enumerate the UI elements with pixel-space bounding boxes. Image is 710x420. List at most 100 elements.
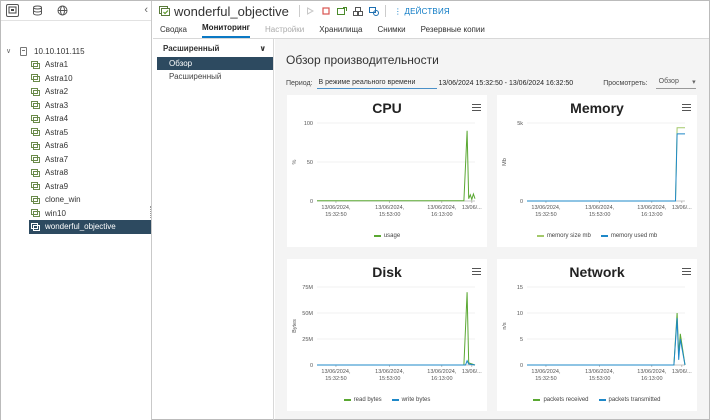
migrate-icon[interactable] xyxy=(352,6,363,16)
legend-swatch xyxy=(536,235,544,237)
memory-chart: 5k 0 Mb 13/06/2024, 15:32:50 13/06/2024, 15:53… xyxy=(502,121,692,218)
y-tick-label: 100 xyxy=(304,121,313,127)
chart-legend: usage xyxy=(287,233,487,239)
inventory-panel: ‹ ∨ 10.10.101.115 Astra1 Astra10 Astra2 Ast… xyxy=(1,1,152,420)
x-tick-label: 13/06/2024, 15:32:50 xyxy=(321,369,351,382)
tree-vm-item[interactable]: win10 xyxy=(1,207,151,221)
vms-and-templates-icon[interactable] xyxy=(6,4,19,17)
legend-item[interactable]: usage xyxy=(373,233,400,239)
actions-menu-button[interactable]: ⋮ ДЕЙСТВИЯ xyxy=(394,7,450,16)
y-axis-label: n/s xyxy=(502,322,508,330)
tab-item[interactable]: Резервные копии xyxy=(421,25,485,38)
subnav-heading-label: Расширенный xyxy=(163,43,220,53)
vm-icon xyxy=(31,195,40,204)
tree-host-node[interactable]: ∨ 10.10.101.115 xyxy=(6,45,85,57)
tree-vm-item[interactable]: Astra6 xyxy=(1,139,151,153)
network-globe-icon[interactable] xyxy=(56,4,69,17)
storage-icon[interactable] xyxy=(31,4,44,17)
y-tick-label: 75M xyxy=(302,285,313,291)
vm-icon xyxy=(31,141,40,150)
tree-vm-label: win10 xyxy=(45,208,66,218)
vm-icon xyxy=(159,6,170,16)
tree-vm-item[interactable]: Astra2 xyxy=(1,85,151,99)
x-tick-label: 13/06/2024, 15:53:00 xyxy=(375,369,405,382)
actions-label: ДЕЙСТВИЯ xyxy=(404,6,450,16)
legend-swatch xyxy=(391,399,399,401)
vm-icon xyxy=(31,101,40,110)
y-tick-label: 10 xyxy=(517,311,523,317)
vm-icon xyxy=(31,128,40,137)
tree-vm-label: wonderful_objective xyxy=(45,222,116,232)
series-line xyxy=(527,133,685,202)
tree-vm-item[interactable]: Astra10 xyxy=(1,72,151,86)
legend-item[interactable]: packets received xyxy=(533,397,589,403)
legend-item[interactable]: packets transmitted xyxy=(598,397,661,403)
vm-list: Astra1 Astra10 Astra2 Astra3 Astra4 Astra5 Ast… xyxy=(1,58,151,234)
tree-vm-item[interactable]: Astra5 xyxy=(1,126,151,140)
subnav-item[interactable]: Обзор xyxy=(157,57,273,70)
y-axis-label: % xyxy=(292,159,298,164)
x-tick-label: 13/06/2024, 15:32:50 xyxy=(531,369,561,382)
tab-item[interactable]: Мониторинг xyxy=(202,23,250,38)
legend-swatch xyxy=(598,399,606,401)
x-tick-label: 13/06/... xyxy=(672,369,692,375)
tree-vm-item[interactable]: clone_win xyxy=(1,193,151,207)
tree-vm-item[interactable]: Astra9 xyxy=(1,180,151,194)
y-tick-label: 15 xyxy=(517,285,523,291)
legend-item[interactable]: memory size mb xyxy=(536,233,591,239)
series-line xyxy=(317,359,476,366)
tree-vm-item[interactable]: Astra3 xyxy=(1,99,151,113)
inventory-toolbar: ‹ xyxy=(1,1,151,21)
period-select[interactable]: В режиме реального времени xyxy=(316,78,437,89)
tab-item[interactable]: Снимки xyxy=(378,25,406,38)
host-label: 10.10.101.115 xyxy=(34,46,85,56)
series-line xyxy=(317,292,476,366)
series-line xyxy=(527,318,686,366)
tree-vm-item[interactable]: Astra8 xyxy=(1,166,151,180)
view-select[interactable]: Обзор xyxy=(655,78,696,89)
chevron-down-icon[interactable]: ∨ xyxy=(260,44,267,53)
power-on-icon[interactable] xyxy=(305,6,315,16)
legend-label: read bytes xyxy=(353,397,382,403)
tree-vm-item[interactable]: Astra7 xyxy=(1,153,151,167)
legend-swatch xyxy=(600,235,608,237)
tab-item[interactable]: Сводка xyxy=(160,25,187,38)
object-header: wonderful_objective ⋮ ДЕЙСТВИЯ xyxy=(153,1,709,21)
x-tick-label: 13/06/... xyxy=(462,369,482,375)
legend-item[interactable]: memory used mb xyxy=(600,233,657,239)
legend-swatch xyxy=(533,399,541,401)
series-line xyxy=(527,127,685,202)
subnav-item[interactable]: Расширенный xyxy=(153,70,273,83)
clone-icon[interactable] xyxy=(368,6,379,16)
panel-splitter[interactable] xyxy=(150,206,152,218)
tree-vm-label: clone_win xyxy=(45,195,81,205)
tree-vm-item[interactable]: Astra1 xyxy=(1,58,151,72)
vm-icon xyxy=(31,222,40,231)
vm-icon xyxy=(31,87,40,96)
collapse-panel-icon[interactable]: ‹ xyxy=(144,4,148,16)
section-title: Обзор производительности xyxy=(286,53,439,67)
monitoring-subnav: Расширенный ∨ Обзор Расширенный xyxy=(153,39,274,420)
legend-item[interactable]: read bytes xyxy=(343,397,382,403)
network-chart-panel: Network 15 10 5 0 n/s 13/06/2024, 15:32:50 13/0… xyxy=(497,259,697,411)
period-label: Период: xyxy=(286,79,313,87)
chart-legend: read bytes write bytes xyxy=(287,397,487,403)
x-tick-label: 13/06/2024, 16:13:00 xyxy=(427,369,457,382)
tree-vm-label: Astra10 xyxy=(45,73,73,83)
tab-item[interactable]: Настройки xyxy=(265,25,304,38)
vm-icon xyxy=(31,74,40,83)
tab-item[interactable]: Хранилища xyxy=(319,25,362,38)
series-line xyxy=(317,130,476,202)
vm-icon xyxy=(31,209,40,218)
console-icon[interactable] xyxy=(336,6,347,16)
subnav-heading[interactable]: Расширенный ∨ xyxy=(153,39,273,57)
x-tick-label: 13/06/2024, 15:53:00 xyxy=(585,205,615,218)
power-off-icon[interactable] xyxy=(321,6,331,16)
tree-vm-item[interactable]: Astra4 xyxy=(1,112,151,126)
period-range: 13/06/2024 15:32:50 - 13/06/2024 16:32:5… xyxy=(438,79,574,87)
chevron-down-icon[interactable]: ∨ xyxy=(6,47,13,55)
legend-item[interactable]: write bytes xyxy=(391,397,430,403)
x-tick-label: 13/06/2024, 15:32:50 xyxy=(531,205,561,218)
vm-icon xyxy=(31,114,40,123)
tree-vm-item[interactable]: wonderful_objective xyxy=(29,220,151,234)
